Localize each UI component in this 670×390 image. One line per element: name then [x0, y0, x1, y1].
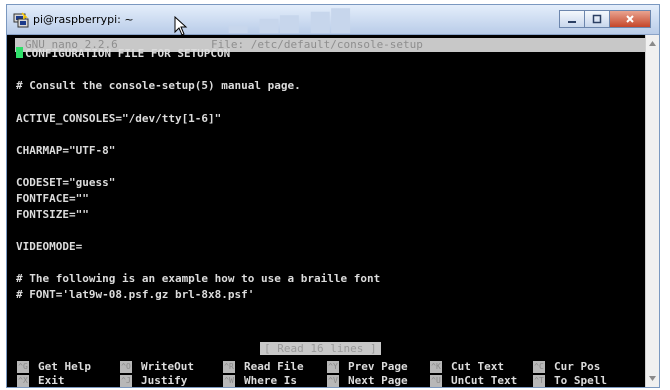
shortcut-label: UnCut Text [451, 374, 518, 387]
shortcut-writeout: ^O WriteOut [120, 360, 194, 374]
shortcut-label: Prev Page [348, 360, 408, 373]
file-line: # FONT='lat9w-08.psf.gz brl-8x8.psf' [16, 288, 254, 302]
file-line-text: ACTIVE_CONSOLES="/dev/tty[1-6]" [16, 112, 222, 125]
shortcut-label: Exit [38, 374, 65, 387]
shortcut-key: ^K [430, 361, 442, 373]
shortcut-justify: ^J Justify [120, 374, 187, 387]
file-line: CODESET="guess" [16, 176, 115, 190]
shortcut-label: Where Is [244, 374, 297, 387]
file-line-text: CONFIGURATION FILE FOR SETUPCON [25, 47, 231, 60]
maximize-button[interactable] [584, 10, 610, 28]
shortcut-exit: ^X Exit [17, 374, 65, 387]
shortcut-key: ^U [430, 375, 442, 387]
close-button[interactable] [609, 10, 651, 28]
shortcut-label: Read File [244, 360, 304, 373]
minimize-button[interactable] [559, 10, 585, 28]
title-watermark-glyphs: ▂ ▄▅ ▆▇ [229, 5, 352, 33]
file-line: CHARMAP="UTF-8" [16, 144, 115, 158]
file-line-text: # The following is an example how to use… [16, 272, 381, 285]
shortcut-key: ^R [223, 361, 235, 373]
shortcut-label: Next Page [348, 374, 408, 387]
file-line: CONFIGURATION FILE FOR SETUPCON [16, 47, 230, 61]
nano-file-name: File: /etc/default/console-setup [211, 38, 423, 51]
shortcut-uncut-text: ^U UnCut Text [430, 374, 517, 387]
putty-window: pi@raspberrypi: ~ ▂ ▄▅ ▆▇ GNU nano 2.2.6… [6, 4, 660, 388]
file-line: # Consult the console-setup(5) manual pa… [16, 79, 301, 93]
minimize-icon [568, 21, 576, 23]
window-title: pi@raspberrypi: ~ [33, 13, 134, 26]
shortcut-to-spell: ^T To Spell [533, 374, 607, 387]
close-icon [626, 15, 634, 23]
file-line-text: FONTFACE="" [16, 192, 89, 205]
shortcut-key: ^G [17, 361, 29, 373]
scroll-up-icon[interactable] [648, 39, 657, 48]
file-line-text: VIDEOMODE= [16, 240, 83, 253]
file-line: # The following is an example how to use… [16, 272, 380, 286]
shortcut-key: ^W [223, 375, 235, 387]
file-line-text: CODESET="guess" [16, 176, 116, 189]
file-line-text: FONTSIZE="" [16, 208, 89, 221]
shortcut-key: ^C [533, 361, 545, 373]
vertical-scrollbar[interactable] [645, 35, 659, 387]
shortcut-label: Cut Text [451, 360, 504, 373]
shortcut-cut-text: ^K Cut Text [430, 360, 504, 374]
file-line-text: # FONT='lat9w-08.psf.gz brl-8x8.psf' [16, 288, 255, 301]
shortcut-next-page: ^V Next Page [327, 374, 408, 387]
file-line: FONTFACE="" [16, 192, 89, 206]
shortcut-label: Cur Pos [554, 360, 601, 373]
maximize-icon [592, 14, 602, 24]
shortcut-label: To Spell [554, 374, 607, 387]
title-bar[interactable]: pi@raspberrypi: ~ ▂ ▄▅ ▆▇ [7, 5, 659, 35]
terminal-area[interactable]: GNU nano 2.2.6 File: /etc/default/consol… [7, 35, 647, 387]
mouse-cursor-icon [174, 16, 188, 36]
shortcut-key: ^X [17, 375, 29, 387]
shortcut-read-file: ^R Read File [223, 360, 304, 374]
shortcut-label: WriteOut [141, 360, 194, 373]
shortcut-label: Justify [141, 374, 188, 387]
shortcut-cur-pos: ^C Cur Pos [533, 360, 600, 374]
shortcut-key: ^Y [327, 361, 339, 373]
file-line: FONTSIZE="" [16, 208, 89, 222]
shortcut-label: Get Help [38, 360, 91, 373]
shortcut-key: ^V [327, 375, 339, 387]
shortcut-key: ^J [120, 375, 132, 387]
scroll-down-icon[interactable] [648, 374, 657, 383]
file-line-text: CHARMAP="UTF-8" [16, 144, 116, 157]
putty-icon [13, 12, 29, 28]
shortcut-prev-page: ^Y Prev Page [327, 360, 408, 374]
shortcut-where-is: ^W Where Is [223, 374, 297, 387]
shortcut-key: ^T [533, 375, 545, 387]
window-controls [559, 10, 651, 30]
text-cursor [16, 47, 23, 58]
shortcut-key: ^O [120, 361, 132, 373]
file-line-text: # Consult the console-setup(5) manual pa… [16, 79, 301, 92]
status-message: [ Read 16 lines ] [260, 342, 381, 355]
file-line: VIDEOMODE= [16, 240, 82, 254]
shortcut-get-help: ^G Get Help [17, 360, 91, 374]
file-line: ACTIVE_CONSOLES="/dev/tty[1-6]" [16, 112, 221, 126]
